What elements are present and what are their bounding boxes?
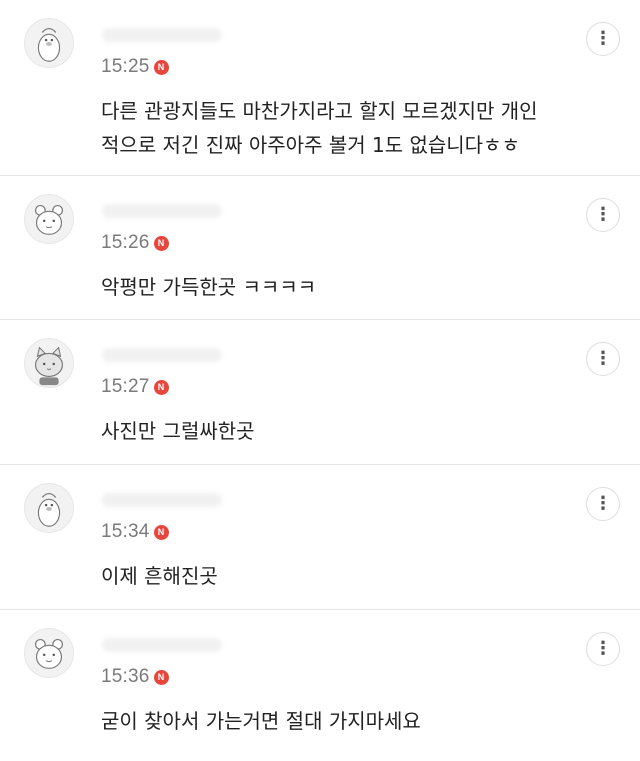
comment-text: 이제 흔해진곳 xyxy=(101,564,218,588)
more-vertical-icon: ⋮ xyxy=(594,28,612,49)
more-vertical-icon: ⋮ xyxy=(594,204,612,225)
comment-time: 15:36 xyxy=(101,666,150,687)
more-options-button[interactable]: ⋮ xyxy=(586,342,620,376)
timestamp-row: 15:27 N xyxy=(101,376,169,398)
comment-item: 15:34 N 이제 흔해진곳 ⋮ xyxy=(0,465,640,610)
more-vertical-icon: ⋮ xyxy=(594,348,612,369)
comment-text: 사진만 그럴싸한곳 xyxy=(101,419,255,443)
timestamp-row: 15:26 N xyxy=(101,232,169,254)
penguin-icon[interactable] xyxy=(24,18,74,68)
author-name-redacted xyxy=(102,493,222,507)
author-name-redacted xyxy=(102,204,222,218)
comment-text: 다른 관광지들도 마찬가지라고 할지 모르겠지만 개인 적으로 저긴 진짜 아주… xyxy=(101,99,538,157)
comment-text: 굳이 찾아서 가는거면 절대 가지마세요 xyxy=(101,709,421,733)
author-name-redacted xyxy=(102,348,222,362)
author-name-redacted xyxy=(102,638,222,652)
comment-list: 15:25 N 다른 관광지들도 마찬가지라고 할지 모르겠지만 개인 적으로 … xyxy=(0,0,640,761)
timestamp-row: 15:36 N xyxy=(101,666,169,688)
bear-icon[interactable] xyxy=(24,628,74,678)
more-vertical-icon: ⋮ xyxy=(594,638,612,659)
new-badge: N xyxy=(153,379,169,395)
comment-time: 15:34 xyxy=(101,521,150,542)
new-badge: N xyxy=(153,524,169,540)
bear-icon[interactable] xyxy=(24,194,74,244)
comment-item: 15:26 N 악평만 가득한곳 ㅋㅋㅋㅋ ⋮ xyxy=(0,176,640,320)
new-badge: N xyxy=(153,669,169,685)
comment-item: 15:36 N 굳이 찾아서 가는거면 절대 가지마세요 ⋮ xyxy=(0,610,640,761)
more-options-button[interactable]: ⋮ xyxy=(586,487,620,521)
new-badge: N xyxy=(153,59,169,75)
comment-time: 15:27 xyxy=(101,376,150,397)
comment-item: 15:27 N 사진만 그럴싸한곳 ⋮ xyxy=(0,320,640,465)
more-options-button[interactable]: ⋮ xyxy=(586,632,620,666)
comment-time: 15:26 xyxy=(101,232,150,253)
penguin-icon[interactable] xyxy=(24,483,74,533)
cat-icon[interactable] xyxy=(24,338,74,388)
timestamp-row: 15:34 N xyxy=(101,521,169,543)
comment-item: 15:25 N 다른 관광지들도 마찬가지라고 할지 모르겠지만 개인 적으로 … xyxy=(0,0,640,176)
more-options-button[interactable]: ⋮ xyxy=(586,198,620,232)
timestamp-row: 15:25 N xyxy=(101,56,169,78)
comment-text: 악평만 가득한곳 ㅋㅋㅋㅋ xyxy=(101,275,317,299)
comment-time: 15:25 xyxy=(101,56,150,77)
new-badge: N xyxy=(153,235,169,251)
more-vertical-icon: ⋮ xyxy=(594,493,612,514)
more-options-button[interactable]: ⋮ xyxy=(586,22,620,56)
author-name-redacted xyxy=(102,28,222,42)
